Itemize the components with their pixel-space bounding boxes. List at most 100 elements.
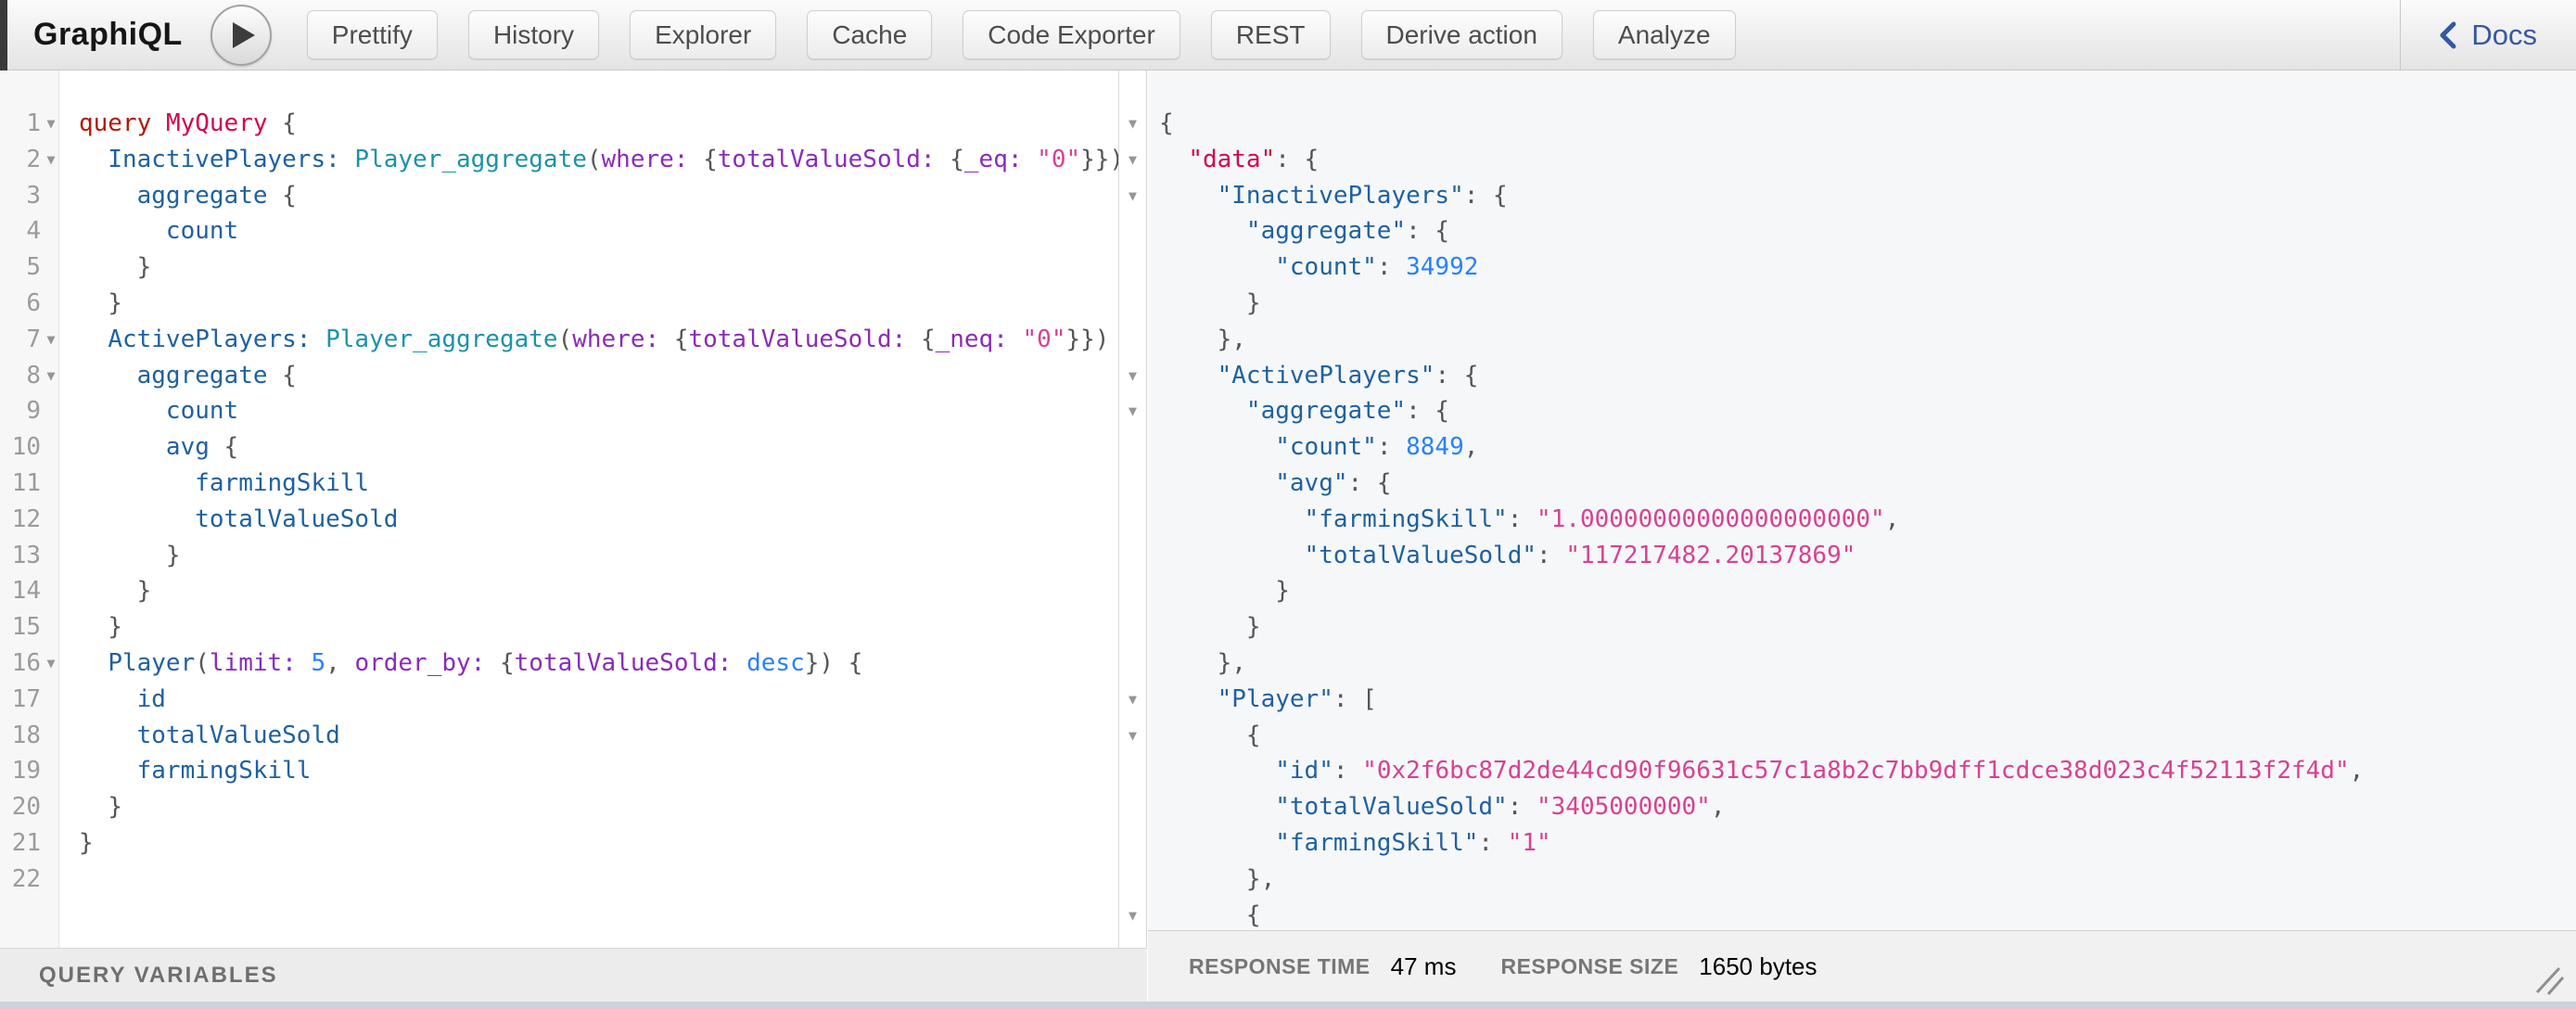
line-number: 18 [0, 718, 41, 754]
gutter-row: 16▼ [0, 645, 58, 682]
fold-arrow-icon[interactable]: ▼ [1119, 106, 1146, 142]
toolbar-button-history[interactable]: History [468, 10, 599, 59]
query-line-13: } [79, 538, 1118, 574]
gutter-row: 6 [0, 286, 58, 322]
result-line-2: "data": { [1159, 142, 2576, 178]
query-editor[interactable]: 1▼2▼34567▼8▼910111213141516▼171819202122… [0, 70, 1118, 948]
fold-arrow-icon[interactable]: ▼ [44, 645, 58, 682]
fold-arrow-icon[interactable]: ▼ [1119, 718, 1146, 754]
response-size-label: RESPONSE SIZE [1500, 954, 1678, 979]
line-number: 11 [0, 466, 41, 502]
result-line-13: "totalValueSold": "117217482.20137869" [1159, 538, 2576, 574]
fold-arrow-icon[interactable]: ▼ [1119, 142, 1146, 178]
line-number: 22 [0, 862, 41, 898]
result-line-18: { [1159, 718, 2576, 754]
result-line-6: } [1159, 286, 2576, 322]
gutter-row: 8▼ [0, 358, 58, 394]
query-line-10: avg { [79, 429, 1118, 466]
query-line-12: totalValueSold [79, 502, 1118, 538]
line-number: 19 [0, 753, 41, 789]
result-line-4: "aggregate": { [1159, 213, 2576, 249]
line-number: 13 [0, 538, 41, 574]
query-variables-bar[interactable]: QUERY VARIABLES [0, 948, 1147, 1002]
query-line-5: } [79, 249, 1118, 286]
line-number: 5 [0, 249, 41, 286]
play-icon [233, 22, 255, 48]
result-line-17: "Player": [ [1159, 682, 2576, 718]
toolbar-button-rest[interactable]: REST [1211, 10, 1331, 59]
gutter-row: 21 [0, 825, 58, 862]
result-line-9: "aggregate": { [1159, 393, 2576, 429]
toolbar-button-code-exporter[interactable]: Code Exporter [963, 10, 1180, 59]
response-footer: RESPONSE TIME 47 ms RESPONSE SIZE 1650 b… [1148, 930, 2576, 1002]
result-line-14: } [1159, 573, 2576, 609]
fold-arrow-icon[interactable]: ▼ [44, 142, 58, 178]
toolbar-button-analyze[interactable]: Analyze [1593, 10, 1736, 59]
query-line-2: InactivePlayers: Player_aggregate(where:… [79, 142, 1118, 178]
docs-label: Docs [2471, 19, 2537, 52]
line-number: 9 [0, 393, 41, 429]
line-number: 17 [0, 682, 41, 718]
toolbar-button-derive-action[interactable]: Derive action [1361, 10, 1562, 59]
line-number: 2 [0, 142, 41, 178]
docs-toggle[interactable]: Docs [2400, 0, 2576, 70]
query-line-16: Player(limit: 5, order_by: {totalValueSo… [79, 645, 1118, 682]
result-line-23: { [1159, 898, 2576, 930]
toolbar-button-cache[interactable]: Cache [807, 10, 932, 59]
query-line-4: count [79, 213, 1118, 249]
fold-arrow-icon[interactable]: ▼ [44, 322, 58, 358]
execute-query-button[interactable] [210, 5, 272, 66]
result-line-22: }, [1159, 862, 2576, 898]
toolbar-buttons: Prettify History Explorer Cache Code Exporte… [307, 10, 1766, 59]
line-number: 12 [0, 502, 41, 538]
result-line-12: "farmingSkill": "1.00000000000000000000"… [1159, 502, 2576, 538]
gutter-row: 11 [0, 466, 58, 502]
gutter-row: 22 [0, 862, 58, 898]
result-line-8: "ActivePlayers": { [1159, 358, 2576, 394]
resize-grip-icon[interactable] [2530, 961, 2567, 998]
result-line-21: "farmingSkill": "1" [1159, 825, 2576, 862]
result-line-3: "InactivePlayers": { [1159, 178, 2576, 214]
gutter-row: 9 [0, 393, 58, 429]
gutter-row: 14 [0, 573, 58, 609]
query-line-11: farmingSkill [79, 466, 1118, 502]
result-line-7: }, [1159, 322, 2576, 358]
line-number: 3 [0, 178, 41, 214]
gutter-row: 20 [0, 789, 58, 825]
gutter-row: 4 [0, 213, 58, 249]
query-line-20: } [79, 789, 1118, 825]
fold-arrow-icon[interactable]: ▼ [44, 106, 58, 142]
gutter-row: 12 [0, 502, 58, 538]
gutter-row: 5 [0, 249, 58, 286]
line-number: 8 [0, 358, 41, 394]
fold-arrow-icon[interactable]: ▼ [1119, 682, 1146, 718]
toolbar: GraphiQL PrettifyHistoryExplorerCacheCod… [0, 0, 2576, 70]
line-number: 1 [0, 106, 41, 142]
query-line-9: count [79, 393, 1118, 429]
gutter-row: 2▼ [0, 142, 58, 178]
query-editor-gutter: 1▼2▼34567▼8▼910111213141516▼171819202122 [0, 70, 59, 948]
line-number: 16 [0, 645, 41, 682]
response-size-value: 1650 bytes [1699, 952, 1817, 981]
gutter-row: 19 [0, 753, 58, 789]
result-line-20: "totalValueSold": "3405000000", [1159, 789, 2576, 825]
graphiql-app: GraphiQL PrettifyHistoryExplorerCacheCod… [0, 0, 2576, 1009]
query-line-6: } [79, 286, 1118, 322]
toolbar-button-prettify[interactable]: Prettify [307, 10, 438, 59]
query-line-15: } [79, 609, 1118, 645]
fold-arrow-icon[interactable]: ▼ [1119, 393, 1146, 429]
query-line-8: aggregate { [79, 358, 1118, 394]
gutter-row: 10 [0, 429, 58, 466]
result-fold-gutter: ▼▼▼▼▼▼▼▼ [1118, 70, 1147, 948]
result-line-10: "count": 8849, [1159, 429, 2576, 466]
fold-arrow-icon[interactable]: ▼ [44, 358, 58, 394]
result-line-1: { [1159, 106, 2576, 142]
toolbar-button-explorer[interactable]: Explorer [630, 10, 776, 59]
result-viewer[interactable]: { "data": { "InactivePlayers": { "aggreg… [1148, 70, 2576, 930]
fold-arrow-icon[interactable]: ▼ [1119, 898, 1146, 934]
query-line-18: totalValueSold [79, 718, 1118, 754]
fold-arrow-icon[interactable]: ▼ [1119, 178, 1146, 214]
query-line-21: } [79, 825, 1118, 862]
line-number: 4 [0, 213, 41, 249]
fold-arrow-icon[interactable]: ▼ [1119, 358, 1146, 394]
